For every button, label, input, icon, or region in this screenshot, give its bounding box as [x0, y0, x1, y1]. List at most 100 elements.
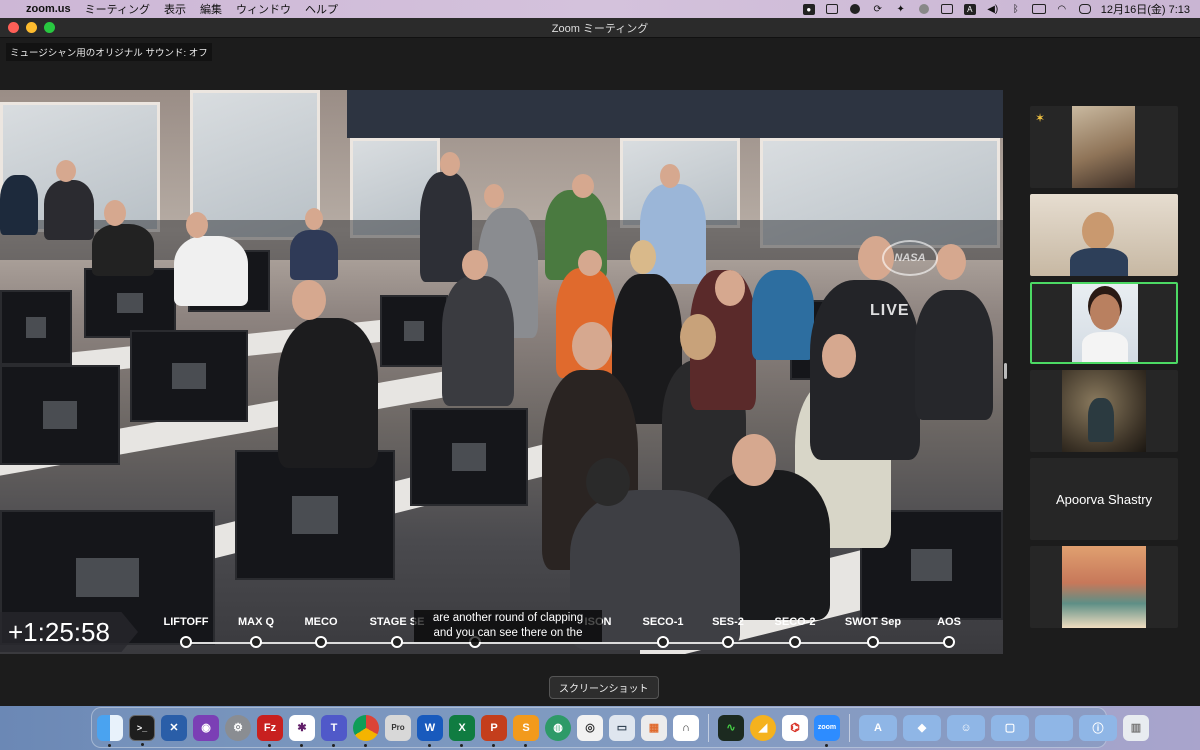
filezilla-icon[interactable]: Fz — [257, 714, 283, 747]
menu-edit[interactable]: 編集 — [200, 1, 222, 17]
acrobat-icon[interactable]: ⌬ — [782, 714, 808, 741]
screenshot-tooltip: スクリーンショット — [549, 676, 659, 699]
person-head — [680, 314, 716, 360]
console-monitor — [130, 330, 248, 422]
participant-tile[interactable]: ✶ — [1030, 106, 1178, 188]
timeline-event: AOS — [909, 612, 989, 648]
text-icon[interactable]: A — [963, 3, 977, 15]
volume-icon[interactable]: ◀) — [986, 3, 1000, 15]
person-head — [578, 250, 602, 276]
dock: >_ ✕ ◉ ⚙ Fz ✱ T Pro W X P S ◍ ◎ ▭ ▦ ∩ ∿ … — [91, 707, 1149, 748]
person-head — [56, 160, 76, 182]
refresh-icon[interactable]: ⟳ — [871, 3, 885, 15]
circle-icon[interactable] — [917, 3, 931, 15]
menu-view[interactable]: 表示 — [164, 1, 186, 17]
timeline-event: LIFTOFF — [146, 612, 226, 648]
timeline-marker — [722, 636, 734, 648]
panel-resize-handle[interactable] — [1004, 363, 1007, 379]
linear-app-icon[interactable]: ◢ — [750, 714, 776, 741]
person — [442, 276, 514, 406]
participant-tile[interactable]: Apoorva Shastry — [1030, 458, 1178, 540]
person — [92, 224, 154, 276]
participant-face — [1090, 294, 1120, 330]
menu-app-name[interactable]: zoom.us — [26, 3, 71, 15]
console-monitor — [410, 408, 528, 506]
menu-meeting[interactable]: ミーティング — [85, 1, 150, 17]
control-center-icon[interactable] — [1078, 3, 1092, 15]
zoom-app-icon[interactable]: zoom — [814, 714, 840, 747]
dropbox-folder-icon[interactable]: ◆ — [903, 714, 941, 741]
downloads-folder-icon[interactable] — [1035, 714, 1073, 741]
sublime-text-icon[interactable]: S — [513, 714, 539, 747]
minimize-button[interactable] — [26, 22, 37, 33]
participant-tile[interactable] — [1030, 370, 1178, 452]
teams-icon[interactable]: T — [321, 714, 347, 747]
menu-datetime[interactable]: 12月16日(金) 7:13 — [1101, 1, 1190, 17]
participant-tile[interactable] — [1030, 194, 1178, 276]
activity-monitor-icon[interactable]: ∿ — [718, 714, 744, 741]
menu-help[interactable]: ヘルプ — [305, 1, 338, 17]
meeting-content: ミュージシャン用のオリジナル サウンド: オフ NASA LIVE +1:25:… — [0, 38, 1200, 706]
powerpoint-icon[interactable]: P — [481, 714, 507, 747]
keynote-icon[interactable]: ∩ — [673, 714, 699, 741]
applications-folder-icon[interactable]: A — [859, 714, 897, 741]
person — [174, 236, 248, 306]
participant-tile[interactable] — [1030, 546, 1178, 628]
window-titlebar: Zoom ミーティング — [0, 18, 1200, 38]
dock-separator — [708, 713, 709, 742]
grid-icon[interactable] — [940, 3, 954, 15]
pro-app-icon[interactable]: Pro — [385, 714, 411, 741]
timeline-marker — [391, 636, 403, 648]
timeline-marker — [657, 636, 669, 648]
console-monitor — [380, 295, 448, 367]
person-head — [292, 280, 326, 320]
timeline-marker — [867, 636, 879, 648]
video-top-banner — [347, 90, 1003, 138]
terminal-icon[interactable]: >_ — [129, 714, 155, 746]
party-popper-icon: ✶ — [1035, 111, 1046, 125]
person-head — [936, 244, 966, 280]
launchpad-icon[interactable]: ▦ — [641, 714, 667, 741]
screenshot-icon[interactable]: ◎ — [577, 714, 603, 741]
preview-icon[interactable]: ▭ — [609, 714, 635, 741]
info-folder-icon[interactable]: ⓘ — [1079, 714, 1117, 741]
chrome-icon[interactable] — [353, 714, 379, 747]
finder-icon[interactable] — [97, 714, 123, 747]
figure-icon[interactable]: ✦ — [894, 3, 908, 15]
person-head — [462, 250, 488, 280]
close-button[interactable] — [8, 22, 19, 33]
timeline-marker — [250, 636, 262, 648]
word-icon[interactable]: W — [417, 714, 443, 747]
screen-mirror-icon[interactable] — [825, 3, 839, 15]
zoom-button[interactable] — [44, 22, 55, 33]
timeline-event: MECO — [281, 612, 361, 648]
documents-folder-icon[interactable]: ▢ — [991, 714, 1029, 741]
console-monitor — [84, 268, 176, 338]
original-sound-label[interactable]: ミュージシャン用のオリジナル サウンド: オフ — [6, 43, 212, 61]
timeline-marker — [315, 636, 327, 648]
battery-icon[interactable] — [1031, 3, 1046, 15]
notification-badge-icon[interactable]: ● — [802, 3, 816, 15]
participant-tile-active[interactable] — [1030, 282, 1178, 364]
users-folder-icon[interactable]: ☺ — [947, 714, 985, 741]
github-desktop-icon[interactable]: ◉ — [193, 714, 219, 741]
caption-line: are another round of clapping — [432, 612, 584, 624]
participant-avatar-illustration — [1062, 546, 1146, 628]
system-preferences-icon[interactable]: ⚙ — [225, 714, 251, 741]
console-monitor — [0, 365, 120, 465]
bluetooth-icon[interactable]: ᛒ — [1009, 3, 1023, 15]
network-icon[interactable]: ◍ — [545, 714, 571, 741]
shared-screen-video[interactable]: NASA LIVE +1:25:58 LIFTOFF MAX Q MECO ST… — [0, 90, 1003, 654]
menu-window[interactable]: ウィンドウ — [236, 1, 291, 17]
person-head — [630, 240, 656, 274]
slack-icon[interactable]: ✱ — [289, 714, 315, 747]
timeline-marker — [789, 636, 801, 648]
wifi-icon[interactable]: ◠ — [1055, 3, 1069, 15]
live-caption: are another round of clapping and you ca… — [414, 610, 602, 642]
pinwheel-icon[interactable] — [848, 3, 862, 15]
person-head — [660, 164, 680, 188]
trash-icon[interactable]: ▥ — [1123, 714, 1149, 741]
xcode-icon[interactable]: ✕ — [161, 714, 187, 741]
person-head — [572, 174, 594, 198]
excel-icon[interactable]: X — [449, 714, 475, 747]
